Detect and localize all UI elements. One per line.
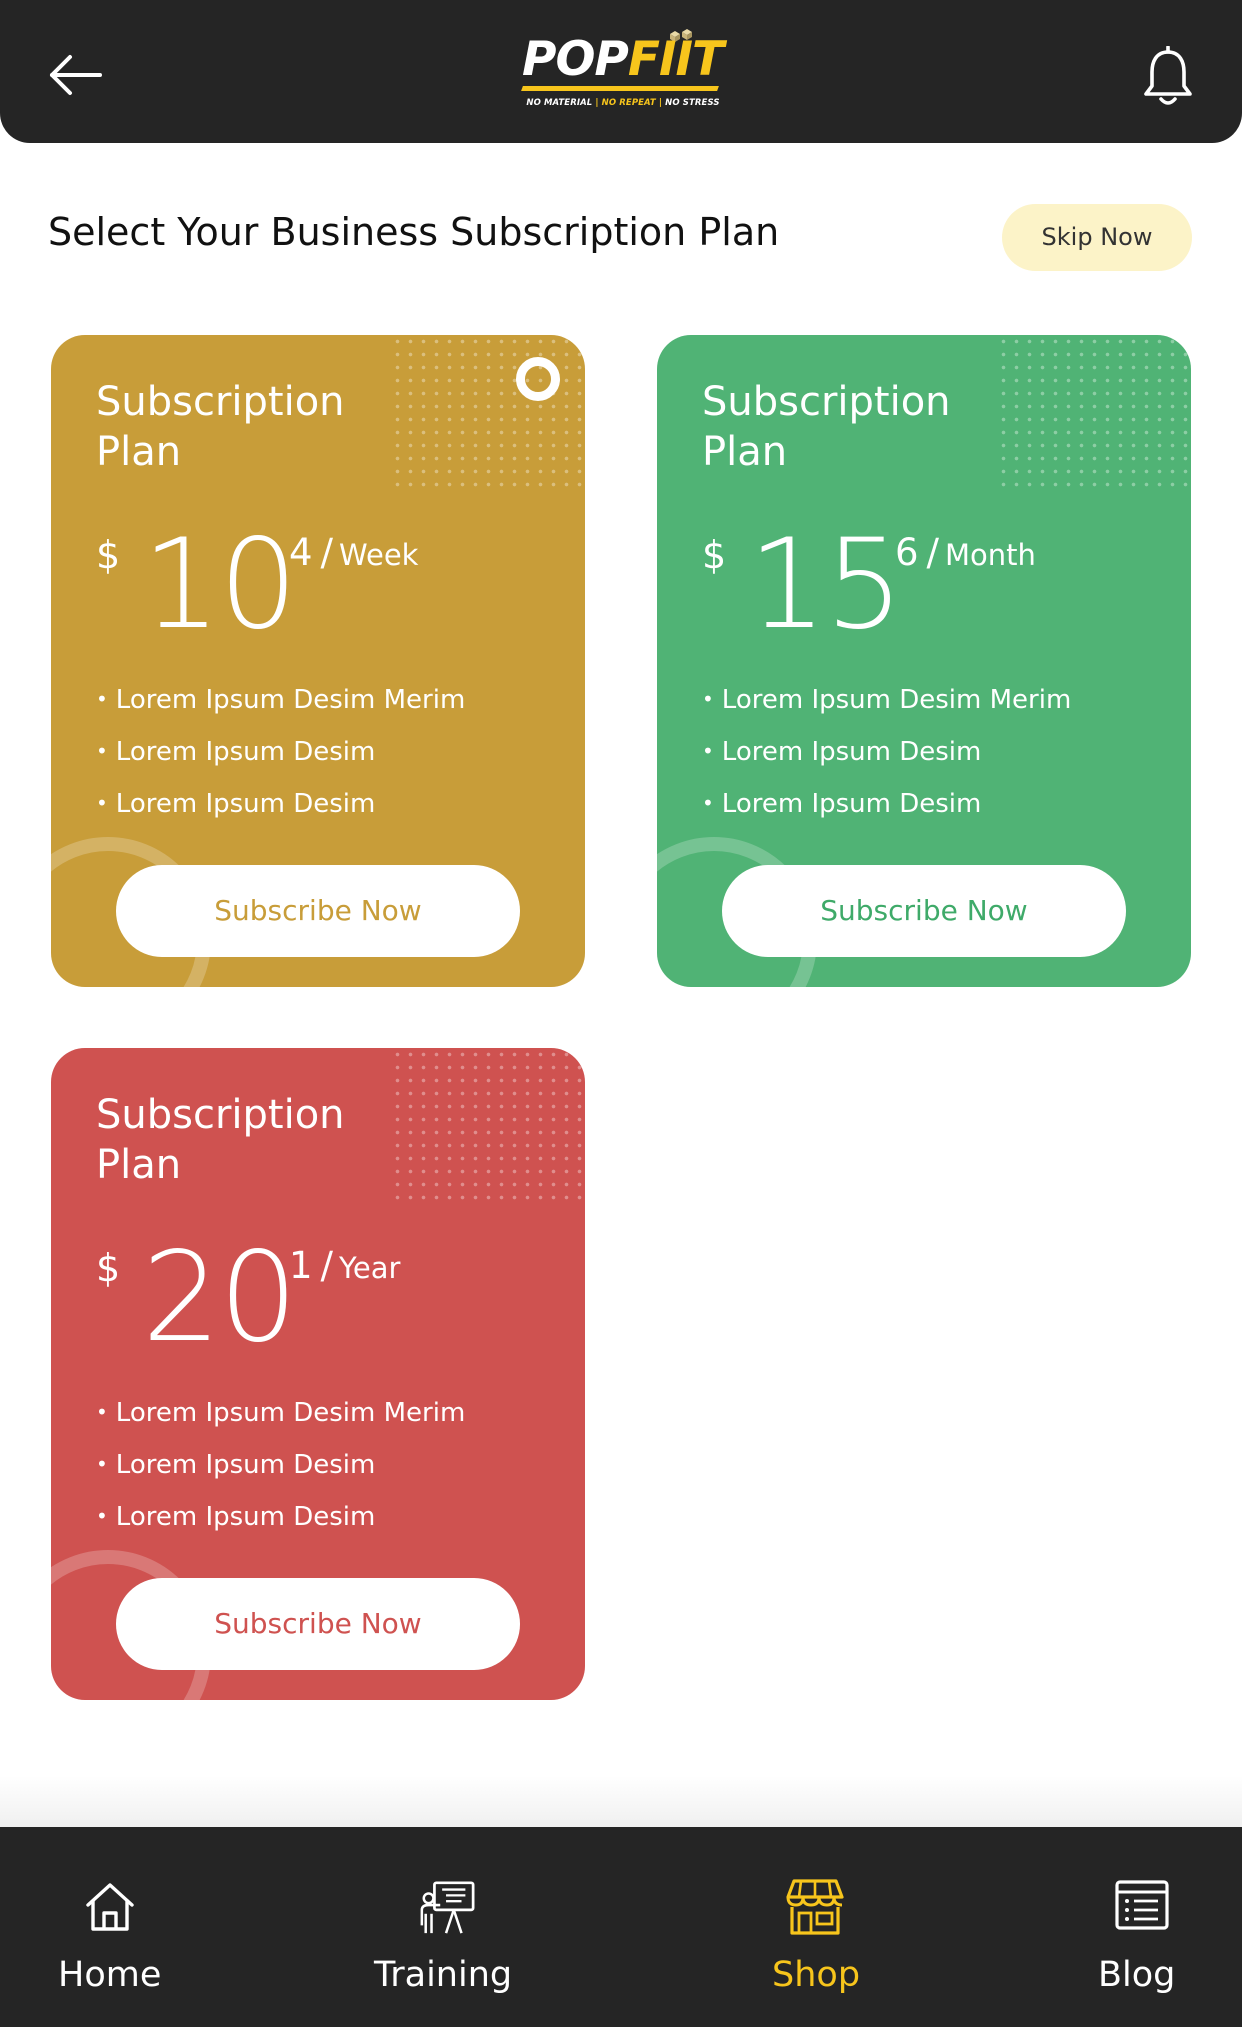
tab-label: Shop <box>772 1955 861 1995</box>
plan-card-monthly: Subscription Plan $ 15 6/Month Lorem Ips… <box>657 335 1191 987</box>
tab-shop[interactable]: Shop <box>760 1827 870 2027</box>
plan-period: 6/Month <box>895 533 1036 575</box>
back-button[interactable] <box>46 50 106 100</box>
plan-name: Subscription Plan <box>96 379 345 475</box>
plan-currency: $ <box>96 1246 121 1290</box>
plan-price-separator: / <box>320 531 334 574</box>
plan-card-yearly: Subscription Plan $ 20 1/Year Lorem Ipsu… <box>51 1048 585 1700</box>
tab-blog[interactable]: Blog <box>1090 1827 1200 2027</box>
plan-price-separator: / <box>926 531 940 574</box>
bell-icon <box>1144 45 1192 105</box>
dot-pattern <box>391 335 585 495</box>
home-icon <box>86 1883 134 1931</box>
tab-training[interactable]: Training <box>364 1827 524 2027</box>
plan-currency: $ <box>702 533 727 577</box>
plan-period-label: Year <box>339 1251 401 1285</box>
subscribe-now-button[interactable]: Subscribe Now <box>116 1578 520 1670</box>
plan-period-label: Month <box>945 538 1036 572</box>
plan-period-label: Week <box>339 538 419 572</box>
plan-feature: Lorem Ipsum Desim Merim <box>702 675 1071 727</box>
subscribe-now-button[interactable]: Subscribe Now <box>722 865 1126 957</box>
plan-features-list: Lorem Ipsum Desim Merim Lorem Ipsum Desi… <box>96 675 465 831</box>
training-board-icon <box>420 1881 475 1934</box>
plan-name: Subscription Plan <box>702 379 951 475</box>
tab-label: Home <box>58 1955 162 1995</box>
plan-feature: Lorem Ipsum Desim Merim <box>96 675 465 727</box>
plan-price-amount: 15 <box>748 513 904 657</box>
plan-price-superscript: 1 <box>289 1244 313 1287</box>
plan-price-superscript: 4 <box>289 531 313 574</box>
plan-features-list: Lorem Ipsum Desim Merim Lorem Ipsum Desi… <box>96 1388 465 1544</box>
tabbar-shadow <box>0 1775 1242 1827</box>
dot-pattern <box>391 1048 585 1208</box>
subscribe-now-button[interactable]: Subscribe Now <box>116 865 520 957</box>
tab-home[interactable]: Home <box>40 1827 180 2027</box>
plan-period: 1/Year <box>289 1246 400 1288</box>
dot-pattern <box>997 335 1191 495</box>
blog-list-icon <box>1115 1880 1169 1930</box>
skip-now-button[interactable]: Skip Now <box>1002 204 1192 271</box>
plan-feature: Lorem Ipsum Desim <box>96 1492 465 1544</box>
bottom-tab-bar: Home Training Shop Blog <box>0 1827 1242 2027</box>
plan-card-weekly: Subscription Plan $ 10 4/Week Lorem Ipsu… <box>51 335 585 987</box>
plan-feature: Lorem Ipsum Desim <box>702 727 1071 779</box>
plan-price-separator: / <box>320 1244 334 1287</box>
tab-label: Blog <box>1098 1955 1176 1995</box>
ring-decoration <box>516 357 560 401</box>
logo-wordmark: POPFIIT <box>522 32 724 87</box>
logo-tagline: NO MATERIAL | NO REPEAT | NO STRESS <box>526 98 720 108</box>
arrow-left-icon <box>50 55 102 95</box>
plan-price-superscript: 6 <box>895 531 919 574</box>
plan-features-list: Lorem Ipsum Desim Merim Lorem Ipsum Desi… <box>702 675 1071 831</box>
plan-feature: Lorem Ipsum Desim <box>96 779 465 831</box>
plan-feature: Lorem Ipsum Desim Merim <box>96 1388 465 1440</box>
shop-icon <box>786 1879 844 1935</box>
plan-period: 4/Week <box>289 533 418 575</box>
app-header: POPFIIT NO MATERIAL | NO REPEAT | NO STR… <box>0 0 1242 143</box>
logo-stripe <box>521 86 719 91</box>
page-title: Select Your Business Subscription Plan <box>48 210 780 254</box>
plan-currency: $ <box>96 533 121 577</box>
plan-feature: Lorem Ipsum Desim <box>702 779 1071 831</box>
plan-price-amount: 10 <box>142 513 298 657</box>
tab-label: Training <box>374 1955 513 1995</box>
plan-name: Subscription Plan <box>96 1092 345 1188</box>
popfiit-logo: POPFIIT NO MATERIAL | NO REPEAT | NO STR… <box>516 22 726 118</box>
plan-feature: Lorem Ipsum Desim <box>96 1440 465 1492</box>
plan-price-amount: 20 <box>142 1226 298 1370</box>
plan-feature: Lorem Ipsum Desim <box>96 727 465 779</box>
notifications-button[interactable] <box>1142 45 1194 108</box>
